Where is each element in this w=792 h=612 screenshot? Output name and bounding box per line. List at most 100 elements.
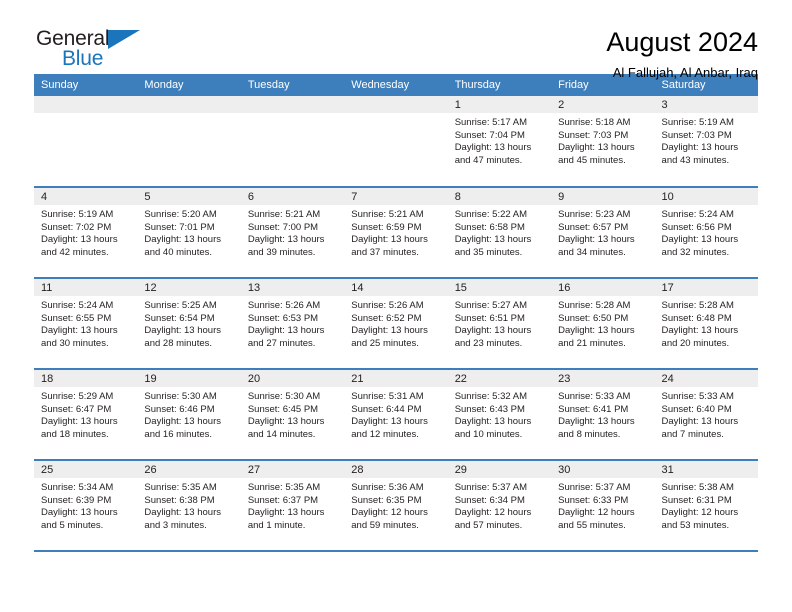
daylight-duration-line2: and 57 minutes. bbox=[454, 519, 523, 531]
weekday-header-monday: Monday bbox=[137, 74, 241, 96]
daylight-duration-line1: Daylight: 13 hours bbox=[454, 234, 532, 246]
sunrise-time: Sunrise: 5:27 AM bbox=[454, 300, 528, 311]
day-number: 20 bbox=[240, 370, 345, 387]
calendar-day-cell[interactable]: 5 Sunrise: 5:20 AM Sunset: 7:01 PM Daylight… bbox=[137, 187, 241, 279]
calendar-day-cell[interactable]: 4 Sunrise: 5:19 AM Sunset: 7:02 PM Daylight… bbox=[34, 187, 138, 279]
calendar-day-cell[interactable]: 10 Sunrise: 5:24 AM Sunset: 6:56 PM Dayligh… bbox=[654, 187, 758, 279]
sunset-time: Sunset: 6:38 PM bbox=[144, 494, 215, 506]
sunrise-time: Sunrise: 5:37 AM bbox=[454, 482, 528, 493]
calendar-day-cell[interactable]: 28 Sunrise: 5:36 AM Sunset: 6:35 PM Dayligh… bbox=[344, 460, 448, 552]
calendar-week-row: 11 Sunrise: 5:24 AM Sunset: 6:55 PM Dayligh… bbox=[34, 278, 758, 370]
calendar-day-cell[interactable]: 29 Sunrise: 5:37 AM Sunset: 6:34 PM Dayligh… bbox=[447, 460, 552, 552]
calendar-day-cell[interactable]: 8 Sunrise: 5:22 AM Sunset: 6:58 PM Daylight… bbox=[447, 187, 552, 279]
calendar-day-cell[interactable]: 18 Sunrise: 5:29 AM Sunset: 6:47 PM Dayligh… bbox=[34, 369, 138, 461]
day-details: Sunrise: 5:19 AM Sunset: 7:03 PM Daylight:… bbox=[655, 113, 758, 167]
calendar-day-cell[interactable]: 9 Sunrise: 5:23 AM Sunset: 6:57 PM Daylight… bbox=[551, 187, 655, 279]
calendar-day-cell[interactable]: 17 Sunrise: 5:28 AM Sunset: 6:48 PM Dayligh… bbox=[654, 278, 758, 370]
day-number: 16 bbox=[551, 279, 655, 296]
daylight-duration-line2: and 39 minutes. bbox=[247, 246, 316, 258]
daylight-duration-line2: and 25 minutes. bbox=[351, 337, 419, 349]
sunset-time: Sunset: 6:54 PM bbox=[144, 312, 215, 324]
calendar-empty-cell bbox=[137, 96, 241, 188]
sunrise-time: Sunrise: 5:33 AM bbox=[661, 391, 734, 402]
day-details: Sunrise: 5:38 AM Sunset: 6:31 PM Daylight:… bbox=[655, 478, 758, 532]
day-number: 15 bbox=[447, 279, 552, 296]
calendar-day-cell[interactable]: 23 Sunrise: 5:33 AM Sunset: 6:41 PM Dayligh… bbox=[551, 369, 655, 461]
daylight-duration-line2: and 3 minutes. bbox=[144, 519, 207, 531]
calendar-day-cell[interactable]: 20 Sunrise: 5:30 AM Sunset: 6:45 PM Dayligh… bbox=[240, 369, 345, 461]
daylight-duration-line2: and 45 minutes. bbox=[558, 154, 626, 166]
day-number: 1 bbox=[447, 96, 552, 113]
calendar-week-row: 18 Sunrise: 5:29 AM Sunset: 6:47 PM Dayligh… bbox=[34, 369, 758, 461]
daylight-duration-line1: Daylight: 13 hours bbox=[41, 416, 118, 428]
daylight-duration-line2: and 21 minutes. bbox=[558, 337, 626, 349]
calendar-day-cell[interactable]: 27 Sunrise: 5:35 AM Sunset: 6:37 PM Dayligh… bbox=[240, 460, 345, 552]
daylight-duration-line2: and 35 minutes. bbox=[454, 246, 523, 258]
calendar-day-cell[interactable]: 24 Sunrise: 5:33 AM Sunset: 6:40 PM Dayligh… bbox=[654, 369, 758, 461]
daylight-duration-line2: and 12 minutes. bbox=[351, 428, 419, 440]
daylight-duration-line1: Daylight: 13 hours bbox=[558, 416, 635, 428]
calendar-day-cell[interactable]: 21 Sunrise: 5:31 AM Sunset: 6:44 PM Dayligh… bbox=[344, 369, 448, 461]
daylight-duration-line1: Daylight: 13 hours bbox=[247, 507, 325, 519]
day-number: 30 bbox=[551, 461, 655, 478]
sunrise-time: Sunrise: 5:30 AM bbox=[247, 391, 321, 402]
calendar-empty-cell bbox=[344, 96, 448, 188]
calendar-day-cell[interactable]: 11 Sunrise: 5:24 AM Sunset: 6:55 PM Dayligh… bbox=[34, 278, 138, 370]
daylight-duration-line1: Daylight: 13 hours bbox=[351, 325, 428, 337]
calendar-day-cell[interactable]: 26 Sunrise: 5:35 AM Sunset: 6:38 PM Dayligh… bbox=[137, 460, 241, 552]
daylight-duration-line1: Daylight: 12 hours bbox=[661, 507, 739, 519]
day-number: 3 bbox=[654, 96, 758, 113]
sunset-time: Sunset: 7:02 PM bbox=[41, 221, 112, 233]
daylight-duration-line1: Daylight: 13 hours bbox=[144, 416, 221, 428]
calendar-body: 1 Sunrise: 5:17 AM Sunset: 7:04 PM Daylight… bbox=[34, 96, 758, 552]
sunrise-time: Sunrise: 5:23 AM bbox=[558, 209, 631, 220]
calendar-day-cell[interactable]: 25 Sunrise: 5:34 AM Sunset: 6:39 PM Dayligh… bbox=[34, 460, 138, 552]
day-number: 24 bbox=[654, 370, 758, 387]
day-number: 11 bbox=[34, 279, 138, 296]
sunset-time: Sunset: 6:50 PM bbox=[558, 312, 629, 324]
daylight-duration-line1: Daylight: 13 hours bbox=[661, 142, 739, 154]
day-details: Sunrise: 5:17 AM Sunset: 7:04 PM Daylight:… bbox=[448, 113, 551, 167]
sunset-time: Sunset: 7:03 PM bbox=[661, 129, 732, 141]
daylight-duration-line2: and 14 minutes. bbox=[247, 428, 316, 440]
day-number: 10 bbox=[654, 188, 758, 205]
calendar-day-cell[interactable]: 6 Sunrise: 5:21 AM Sunset: 7:00 PM Daylight… bbox=[240, 187, 345, 279]
calendar-day-cell[interactable]: 30 Sunrise: 5:37 AM Sunset: 6:33 PM Dayligh… bbox=[551, 460, 655, 552]
sunset-time: Sunset: 6:43 PM bbox=[454, 403, 525, 415]
calendar-day-cell[interactable]: 14 Sunrise: 5:26 AM Sunset: 6:52 PM Dayligh… bbox=[344, 278, 448, 370]
daylight-duration-line2: and 59 minutes. bbox=[351, 519, 419, 531]
calendar-day-cell[interactable]: 22 Sunrise: 5:32 AM Sunset: 6:43 PM Dayligh… bbox=[447, 369, 552, 461]
calendar-empty-cell bbox=[240, 96, 345, 188]
day-details: Sunrise: 5:32 AM Sunset: 6:43 PM Daylight:… bbox=[448, 387, 551, 441]
calendar-day-cell[interactable]: 3 Sunrise: 5:19 AM Sunset: 7:03 PM Daylight… bbox=[654, 96, 758, 188]
day-number: 28 bbox=[344, 461, 448, 478]
sunset-time: Sunset: 6:46 PM bbox=[144, 403, 215, 415]
sunrise-time: Sunrise: 5:24 AM bbox=[41, 300, 114, 311]
sunset-time: Sunset: 6:48 PM bbox=[661, 312, 732, 324]
calendar-day-cell[interactable]: 12 Sunrise: 5:25 AM Sunset: 6:54 PM Dayligh… bbox=[137, 278, 241, 370]
calendar-day-cell[interactable]: 19 Sunrise: 5:30 AM Sunset: 6:46 PM Dayligh… bbox=[137, 369, 241, 461]
daylight-duration-line1: Daylight: 13 hours bbox=[144, 325, 221, 337]
sunset-time: Sunset: 7:00 PM bbox=[247, 221, 319, 233]
day-number: 25 bbox=[34, 461, 138, 478]
day-details: Sunrise: 5:25 AM Sunset: 6:54 PM Daylight:… bbox=[137, 296, 240, 350]
daylight-duration-line1: Daylight: 13 hours bbox=[454, 142, 532, 154]
calendar-day-cell[interactable]: 15 Sunrise: 5:27 AM Sunset: 6:51 PM Dayligh… bbox=[447, 278, 552, 370]
calendar-day-cell[interactable]: 7 Sunrise: 5:21 AM Sunset: 6:59 PM Daylight… bbox=[344, 187, 448, 279]
sunset-time: Sunset: 6:44 PM bbox=[351, 403, 422, 415]
sunset-time: Sunset: 6:45 PM bbox=[247, 403, 319, 415]
day-details: Sunrise: 5:21 AM Sunset: 6:59 PM Daylight:… bbox=[344, 205, 447, 259]
sunset-time: Sunset: 6:41 PM bbox=[558, 403, 629, 415]
calendar-day-cell[interactable]: 31 Sunrise: 5:38 AM Sunset: 6:31 PM Dayligh… bbox=[654, 460, 758, 552]
daylight-duration-line2: and 27 minutes. bbox=[247, 337, 316, 349]
day-details: Sunrise: 5:30 AM Sunset: 6:45 PM Daylight:… bbox=[241, 387, 344, 441]
sunrise-time: Sunrise: 5:18 AM bbox=[558, 117, 631, 128]
general-blue-logo[interactable]: General Blue bbox=[34, 26, 152, 74]
sunrise-time: Sunrise: 5:36 AM bbox=[351, 482, 424, 493]
sunrise-time: Sunrise: 5:38 AM bbox=[661, 482, 734, 493]
daylight-duration-line2: and 43 minutes. bbox=[661, 154, 730, 166]
calendar-day-cell[interactable]: 16 Sunrise: 5:28 AM Sunset: 6:50 PM Dayligh… bbox=[551, 278, 655, 370]
calendar-day-cell[interactable]: 1 Sunrise: 5:17 AM Sunset: 7:04 PM Daylight… bbox=[447, 96, 552, 188]
calendar-day-cell[interactable]: 2 Sunrise: 5:18 AM Sunset: 7:03 PM Daylight… bbox=[551, 96, 655, 188]
calendar-day-cell[interactable]: 13 Sunrise: 5:26 AM Sunset: 6:53 PM Dayligh… bbox=[240, 278, 345, 370]
